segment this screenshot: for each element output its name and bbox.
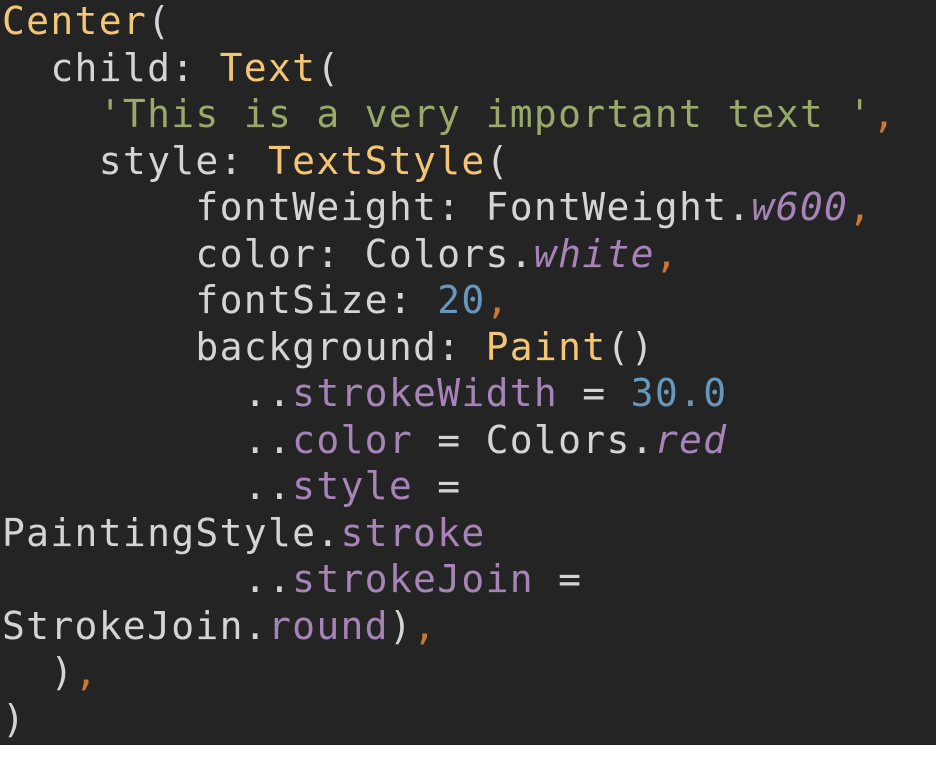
code-token-comma: , bbox=[74, 650, 99, 694]
code-token-plain: ) bbox=[388, 603, 414, 648]
code-token-plain: .. bbox=[2, 557, 293, 601]
code-line: color: Colors.white, bbox=[2, 231, 897, 278]
code-token-class: Paint bbox=[485, 324, 607, 369]
code-token-number: 30.0 bbox=[630, 371, 728, 415]
code-line: fontWeight: FontWeight.w600, bbox=[2, 184, 897, 231]
code-token-plain: .. bbox=[2, 371, 293, 415]
code-token-plain: = bbox=[558, 371, 631, 415]
code-token-plain: ( bbox=[147, 0, 172, 43]
code-token-plain: ) bbox=[2, 650, 75, 694]
code-token-comma: , bbox=[654, 231, 679, 276]
code-token-plain: () bbox=[606, 324, 655, 369]
code-token-plain: StrokeJoin. bbox=[2, 603, 268, 648]
code-token-class: Text bbox=[219, 45, 317, 90]
code-token-comma: , bbox=[848, 185, 873, 229]
code-token-member: style bbox=[292, 464, 414, 508]
code-token-plain: ( bbox=[316, 45, 341, 90]
code-token-plain: child: bbox=[2, 45, 220, 90]
code-block[interactable]: Center( child: Text( 'This is a very imp… bbox=[2, 0, 897, 742]
code-token-plain: = Colors. bbox=[413, 417, 655, 462]
code-token-plain: = bbox=[413, 464, 462, 508]
code-token-comma: , bbox=[413, 603, 438, 648]
code-token-member: round bbox=[267, 603, 389, 648]
code-token-string: 'This is a very important text ' bbox=[98, 92, 873, 136]
code-line: background: Paint() bbox=[2, 324, 897, 371]
code-token-italic: white bbox=[533, 231, 655, 276]
code-token-plain: color: Colors. bbox=[2, 231, 534, 276]
bottom-margin bbox=[0, 745, 936, 772]
code-token-plain: background: bbox=[2, 324, 486, 369]
code-token-plain: style: bbox=[2, 138, 268, 183]
code-line: Center( bbox=[2, 0, 897, 45]
code-editor-panel: Center( child: Text( 'This is a very imp… bbox=[0, 0, 936, 745]
code-line: ), bbox=[2, 649, 897, 696]
code-token-plain: = bbox=[533, 557, 583, 601]
code-token-plain: ) bbox=[2, 696, 27, 741]
code-line: ) bbox=[2, 696, 897, 743]
code-line: PaintingStyle.stroke bbox=[2, 510, 897, 557]
code-token-comma: , bbox=[872, 92, 897, 136]
code-token-plain: PaintingStyle. bbox=[2, 510, 341, 555]
code-token-plain: .. bbox=[2, 417, 293, 462]
code-token-member: color bbox=[292, 417, 414, 462]
code-line: ..style = bbox=[2, 463, 897, 510]
code-token-italic: red bbox=[654, 417, 728, 462]
code-token-plain: ( bbox=[485, 138, 510, 183]
code-token-class: TextStyle bbox=[267, 138, 486, 183]
code-token-class: Center bbox=[2, 0, 148, 43]
code-line: ..strokeJoin = bbox=[2, 556, 897, 603]
code-line: 'This is a very important text ', bbox=[2, 91, 897, 138]
code-line: child: Text( bbox=[2, 45, 897, 92]
code-line: StrokeJoin.round), bbox=[2, 603, 897, 650]
code-token-member: strokeJoin bbox=[292, 557, 534, 601]
code-token-plain: fontWeight: FontWeight. bbox=[2, 185, 752, 229]
code-token-number: 20 bbox=[437, 278, 486, 322]
code-line: style: TextStyle( bbox=[2, 138, 897, 185]
code-token-plain: fontSize: bbox=[2, 278, 438, 322]
code-token-comma: , bbox=[485, 278, 510, 322]
code-token-plain: .. bbox=[2, 464, 293, 508]
code-token-italic: w600 bbox=[751, 185, 849, 229]
code-line: ..strokeWidth = 30.0 bbox=[2, 370, 897, 417]
code-line: ..color = Colors.red bbox=[2, 417, 897, 464]
code-token-member: strokeWidth bbox=[292, 371, 559, 415]
code-line: fontSize: 20, bbox=[2, 277, 897, 324]
code-token-member: stroke bbox=[340, 510, 486, 555]
